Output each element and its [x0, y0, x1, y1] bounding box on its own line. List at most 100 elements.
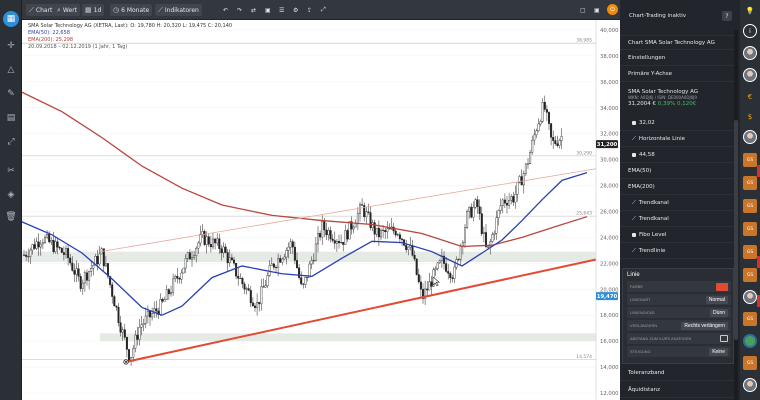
- linewidth-value[interactable]: Dünn: [710, 308, 728, 317]
- candle-body: [161, 299, 164, 302]
- object-icon: [632, 121, 636, 125]
- candle-body: [251, 302, 254, 307]
- layers-icon[interactable]: ◈: [3, 187, 19, 203]
- chart-canvas[interactable]: 38,985 30,290 25,643 14,574 40,000 38,000 36,0…: [22, 20, 620, 400]
- trash-icon[interactable]: 🗑: [3, 209, 19, 225]
- panel-item[interactable]: EMA(200): [620, 180, 735, 195]
- gs-logo[interactable]: GS: [743, 245, 757, 259]
- slope-value[interactable]: Keine: [709, 347, 728, 356]
- undo-icon[interactable]: ↶: [220, 4, 231, 16]
- avatar[interactable]: [743, 378, 757, 392]
- chart-icon[interactable]: ▦: [3, 11, 19, 27]
- extend-value[interactable]: Rechts verlängern: [681, 321, 728, 330]
- gs-logo[interactable]: GS: [743, 356, 757, 370]
- avatar[interactable]: [743, 68, 757, 82]
- candle-body: [310, 260, 313, 265]
- scissors-icon[interactable]: ✂: [3, 163, 19, 179]
- lightbulb-icon[interactable]: 💡: [743, 4, 757, 18]
- fullscreen-icon[interactable]: ⤢: [318, 4, 329, 16]
- indicators-button[interactable]: ⟋ Indikatoren: [155, 4, 202, 16]
- candle-body: [256, 301, 259, 308]
- candle-body: [474, 199, 477, 208]
- text-icon[interactable]: ▤: [3, 110, 19, 126]
- candle-body: [470, 206, 473, 218]
- candle-body: [293, 246, 296, 261]
- candle-body: [333, 240, 336, 244]
- candle-body: [356, 213, 359, 225]
- extend-row[interactable]: Verlängern Rechts verlängern: [627, 320, 731, 331]
- aequidistanz-row[interactable]: Äquidistanz: [620, 383, 735, 398]
- toleranzband-row[interactable]: Toleranzband: [620, 366, 735, 381]
- compare-icon[interactable]: ⇄: [248, 4, 259, 16]
- user-icon[interactable]: ⅰ: [743, 24, 757, 38]
- window-icon[interactable]: ▢: [577, 4, 589, 16]
- redo-icon[interactable]: ↷: [234, 4, 245, 16]
- avatar[interactable]: [743, 130, 757, 144]
- panel-item[interactable]: ⟋ Trendkanal: [620, 196, 735, 211]
- interval-label: 1d: [93, 6, 102, 14]
- candle-body: [419, 281, 422, 290]
- price-chart[interactable]: 38,985 30,290 25,643 14,574 40,000 38,000 36,0…: [22, 20, 620, 400]
- snapshot-icon[interactable]: ▣: [262, 4, 274, 16]
- candle-body: [489, 241, 492, 247]
- share-icon[interactable]: ⇪: [304, 4, 315, 16]
- template-icon[interactable]: ☰: [276, 4, 287, 16]
- panel-item[interactable]: 32,02: [620, 116, 735, 131]
- panel-item[interactable]: EMA(50): [620, 164, 735, 179]
- linetype-row[interactable]: Linienart Normal: [627, 294, 731, 305]
- globe-icon[interactable]: [743, 334, 757, 348]
- gs-logo[interactable]: GS: [743, 176, 757, 190]
- linewidth-row[interactable]: Liniendicke Dünn: [627, 307, 731, 318]
- euro-icon[interactable]: €: [743, 90, 757, 104]
- gs-logo[interactable]: GS: [743, 222, 757, 236]
- help-icon[interactable]: ?: [722, 11, 732, 21]
- avatar[interactable]: [743, 46, 757, 60]
- panel-item[interactable]: Fibo Level: [620, 228, 735, 243]
- distance-row[interactable]: Abstand zum Kurs anzeigen: [627, 333, 731, 344]
- candle-body: [260, 286, 263, 305]
- checkbox-icon[interactable]: [720, 335, 728, 342]
- color-label: Farbe: [630, 284, 643, 289]
- y-tick-label: 28,000: [600, 184, 619, 190]
- color-row[interactable]: Farbe: [627, 281, 731, 292]
- y-tick-label: 36,000: [600, 80, 619, 86]
- avatar[interactable]: [743, 290, 757, 304]
- candle-body: [319, 233, 322, 238]
- chart-type-button[interactable]: ⟋ Chart: [26, 4, 56, 16]
- linetype-value[interactable]: Normal: [705, 295, 728, 304]
- panel-item[interactable]: 44,58: [620, 148, 735, 163]
- interval-button[interactable]: ▦ 1d: [82, 4, 105, 16]
- candle-body: [239, 277, 242, 279]
- candle-body: [178, 278, 181, 280]
- settings-row[interactable]: Einstellungen: [620, 51, 735, 66]
- symbol-button[interactable]: ⌕ Wert: [54, 4, 81, 16]
- panel-item[interactable]: ⟋ Trendlinie: [620, 244, 735, 259]
- primary-axis-row[interactable]: Primäre Y-Achse: [620, 67, 735, 82]
- triangle-icon[interactable]: △: [3, 62, 19, 78]
- candle-body: [98, 253, 101, 265]
- close-chart-icon[interactable]: ▣: [591, 4, 603, 16]
- candle-body: [207, 236, 210, 245]
- color-swatch[interactable]: [716, 282, 728, 291]
- trading-toggle-icon[interactable]: ⏻: [607, 4, 618, 15]
- crosshair-icon[interactable]: ✛: [3, 38, 19, 54]
- candle-body: [165, 289, 168, 300]
- right-strip: 💡 ⅰ € $ GS GS GS GS GS GS GS GS: [740, 0, 760, 400]
- pencil-icon[interactable]: ⤢: [3, 134, 19, 150]
- settings-icon[interactable]: ⚙: [290, 4, 301, 16]
- gs-logo[interactable]: GS: [743, 153, 757, 167]
- panel-scroll-thumb[interactable]: [734, 120, 738, 340]
- candle-body: [144, 315, 147, 324]
- candle-body: [438, 260, 441, 264]
- gs-logo[interactable]: GS: [743, 268, 757, 282]
- panel-item[interactable]: ⟋ Trendkanal: [620, 212, 735, 227]
- panel-item[interactable]: ⟋ Horizontale Linie: [620, 132, 735, 147]
- panel-title: Chart SMA Solar Technology AG: [620, 35, 735, 50]
- brush-icon[interactable]: ✎: [3, 86, 19, 102]
- panel-item-label: Horizontale Linie: [638, 136, 686, 142]
- period-button[interactable]: ◷ 6 Monate: [110, 4, 153, 16]
- gs-logo[interactable]: GS: [743, 312, 757, 326]
- slope-row[interactable]: Steigung Keine: [627, 346, 731, 357]
- gs-logo[interactable]: GS: [743, 199, 757, 213]
- dollar-icon[interactable]: $: [743, 110, 757, 124]
